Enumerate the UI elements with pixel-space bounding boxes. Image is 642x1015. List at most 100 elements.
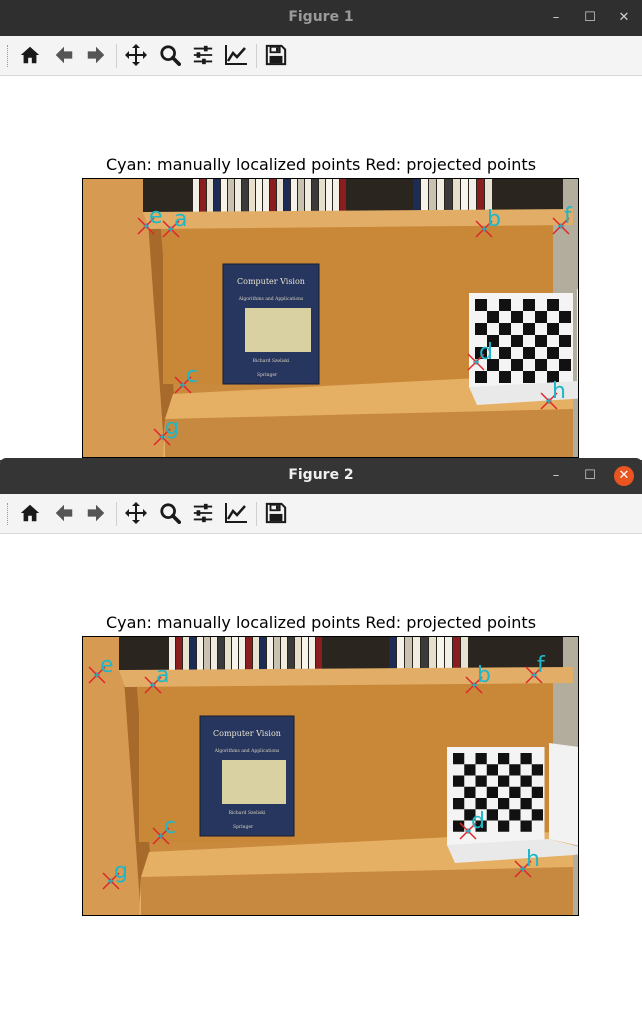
book-spine — [298, 179, 304, 212]
figure-1-window: Figure 1 – ☐ ✕ Cyan: manually localized … — [0, 0, 642, 460]
close-button[interactable]: ✕ — [614, 8, 634, 28]
toolbar-grip — [7, 45, 10, 67]
book-author: Richard Szeliski — [253, 358, 290, 364]
book-spine — [319, 179, 325, 212]
figure-2-window: Figure 2 – ☐ ✕ Cyan: manually localized … — [0, 458, 642, 1015]
home-button[interactable] — [16, 41, 44, 69]
book-spine — [207, 179, 213, 212]
maximize-button[interactable]: ☐ — [580, 8, 600, 28]
book-spine — [305, 179, 311, 212]
book-spine — [288, 637, 294, 670]
edit-axes-icon — [225, 45, 247, 65]
book-spine — [228, 179, 234, 212]
book-spine — [260, 637, 266, 670]
close-button[interactable]: ✕ — [614, 466, 634, 486]
book-spine — [176, 637, 182, 670]
checker-square — [499, 371, 511, 383]
book-spine — [190, 637, 196, 670]
checker-square — [487, 311, 499, 323]
checkerboard-right-panel — [549, 743, 578, 846]
back-button[interactable] — [50, 499, 78, 527]
checker-square — [464, 764, 476, 776]
pan-button[interactable] — [122, 41, 150, 69]
checker-square — [535, 311, 547, 323]
title-bar[interactable]: Figure 2 – ☐ ✕ — [0, 458, 642, 494]
checker-square — [453, 798, 465, 810]
book-subtitle: Algorithms and Applications — [238, 296, 304, 302]
forward-button[interactable] — [82, 41, 110, 69]
back-button[interactable] — [50, 41, 78, 69]
checker-square — [511, 359, 523, 371]
checker-square — [535, 335, 547, 347]
book-spine — [477, 179, 484, 212]
checker-square — [523, 323, 535, 335]
save-button[interactable] — [262, 499, 290, 527]
toolbar-separator — [256, 502, 257, 526]
book-spine — [274, 637, 280, 670]
point-label: e — [149, 204, 163, 229]
image-axes[interactable]: Computer Vision Algorithms and Applicatio… — [82, 636, 579, 916]
book-spine — [218, 637, 224, 670]
point-label: b — [477, 663, 491, 688]
point-label: f — [537, 653, 546, 678]
book-spine — [453, 637, 460, 670]
toolbar-separator — [116, 502, 117, 526]
image-axes[interactable]: Computer Vision Algorithms and Applicatio… — [82, 178, 579, 458]
plot-title: Cyan: manually localized points Red: pro… — [105, 613, 537, 632]
checker-square — [499, 299, 511, 311]
book-spine — [221, 179, 227, 212]
book-spine — [169, 637, 175, 670]
checker-square — [559, 335, 571, 347]
configure-subplots-button[interactable] — [189, 41, 217, 69]
checker-square — [498, 775, 510, 787]
maximize-button[interactable]: ☐ — [580, 466, 600, 486]
checker-square — [511, 335, 523, 347]
home-icon — [20, 46, 40, 64]
checker-square — [486, 809, 498, 821]
book-spine — [309, 637, 315, 670]
book-spine — [211, 637, 217, 670]
book-spine — [421, 179, 428, 212]
book-spine — [413, 637, 420, 670]
book-spine — [461, 179, 468, 212]
save-button[interactable] — [262, 41, 290, 69]
forward-button[interactable] — [82, 499, 110, 527]
figure-canvas[interactable]: Cyan: manually localized points Red: pro… — [0, 534, 642, 1015]
zoom-button[interactable] — [156, 41, 184, 69]
book-spine — [469, 179, 476, 212]
edit-axes-button[interactable] — [222, 499, 250, 527]
home-button[interactable] — [16, 499, 44, 527]
book-spine — [312, 179, 318, 212]
book-spine — [270, 179, 276, 212]
checker-square — [520, 775, 532, 787]
book-publisher: Springer — [257, 372, 278, 378]
checker-square — [535, 359, 547, 371]
zoom-button[interactable] — [156, 499, 184, 527]
book-spine — [235, 179, 241, 212]
edit-axes-icon — [225, 503, 247, 523]
book-spine — [193, 179, 199, 212]
book-spine — [246, 637, 252, 670]
home-icon — [20, 504, 40, 522]
checker-square — [531, 786, 543, 798]
book-publisher: Springer — [233, 824, 254, 830]
figure-canvas[interactable]: Cyan: manually localized points Red: pro… — [0, 76, 642, 460]
pan-button[interactable] — [122, 499, 150, 527]
checker-square — [559, 311, 571, 323]
plot-title: Cyan: manually localized points Red: pro… — [105, 155, 537, 174]
configure-subplots-button[interactable] — [189, 499, 217, 527]
book-title: Computer Vision — [237, 277, 305, 286]
minimize-button[interactable]: – — [546, 466, 566, 486]
minimize-button[interactable]: – — [546, 8, 566, 28]
checker-square — [559, 359, 571, 371]
book-spine — [437, 179, 444, 212]
shelf-photo: Computer Vision Algorithms and Applicatio… — [83, 179, 578, 457]
edit-axes-button[interactable] — [222, 41, 250, 69]
checker-square — [475, 371, 487, 383]
book-spine — [239, 637, 245, 670]
book-spine — [284, 179, 290, 212]
checker-square — [486, 764, 498, 776]
book-spine — [302, 637, 308, 670]
back-arrow-icon — [55, 504, 73, 522]
title-bar[interactable]: Figure 1 – ☐ ✕ — [0, 0, 642, 36]
